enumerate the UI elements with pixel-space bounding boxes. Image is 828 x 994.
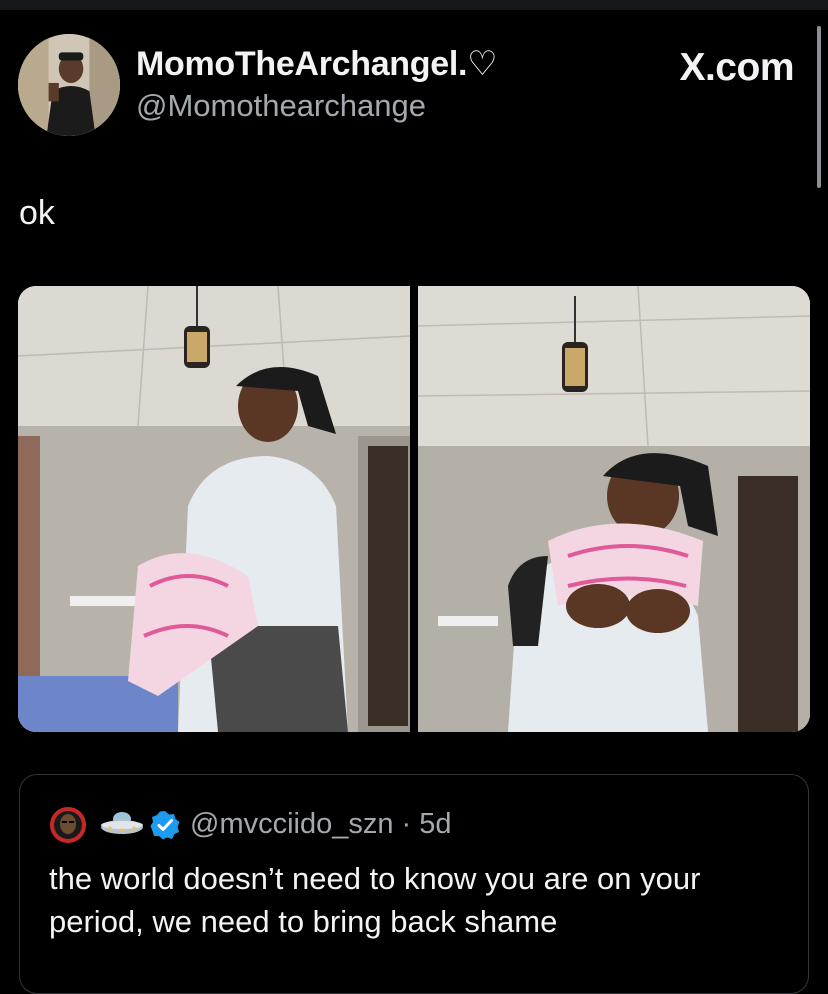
- media-grid: [18, 286, 810, 732]
- status-bar-strip: [0, 0, 828, 10]
- profile-avatar[interactable]: [18, 34, 120, 136]
- x-logo: X.com: [679, 46, 794, 89]
- tweet-text: ok: [19, 194, 55, 232]
- verified-badge-icon: [150, 811, 180, 840]
- quoted-avatar-icon[interactable]: [50, 807, 86, 843]
- quoted-handle[interactable]: @mvcciido_szn · 5d: [190, 808, 452, 841]
- photo-1-image: [18, 286, 410, 732]
- scrollbar[interactable]: [817, 26, 821, 188]
- avatar-photo: [18, 34, 120, 136]
- flying-saucer-icon: [101, 812, 143, 834]
- avatar-icon: [50, 807, 86, 843]
- tweet-photo-1[interactable]: [18, 286, 410, 732]
- user-handle[interactable]: @Momothearchange: [136, 88, 426, 124]
- quoted-text: the world doesn’t need to know you are o…: [49, 861, 701, 939]
- quoted-tweet[interactable]: @mvcciido_szn · 5d the world doesn’t nee…: [19, 774, 809, 994]
- photo-2-image: [418, 286, 810, 732]
- tweet-photo-2[interactable]: [418, 286, 810, 732]
- display-name[interactable]: MomoTheArchangel.♡: [136, 44, 498, 84]
